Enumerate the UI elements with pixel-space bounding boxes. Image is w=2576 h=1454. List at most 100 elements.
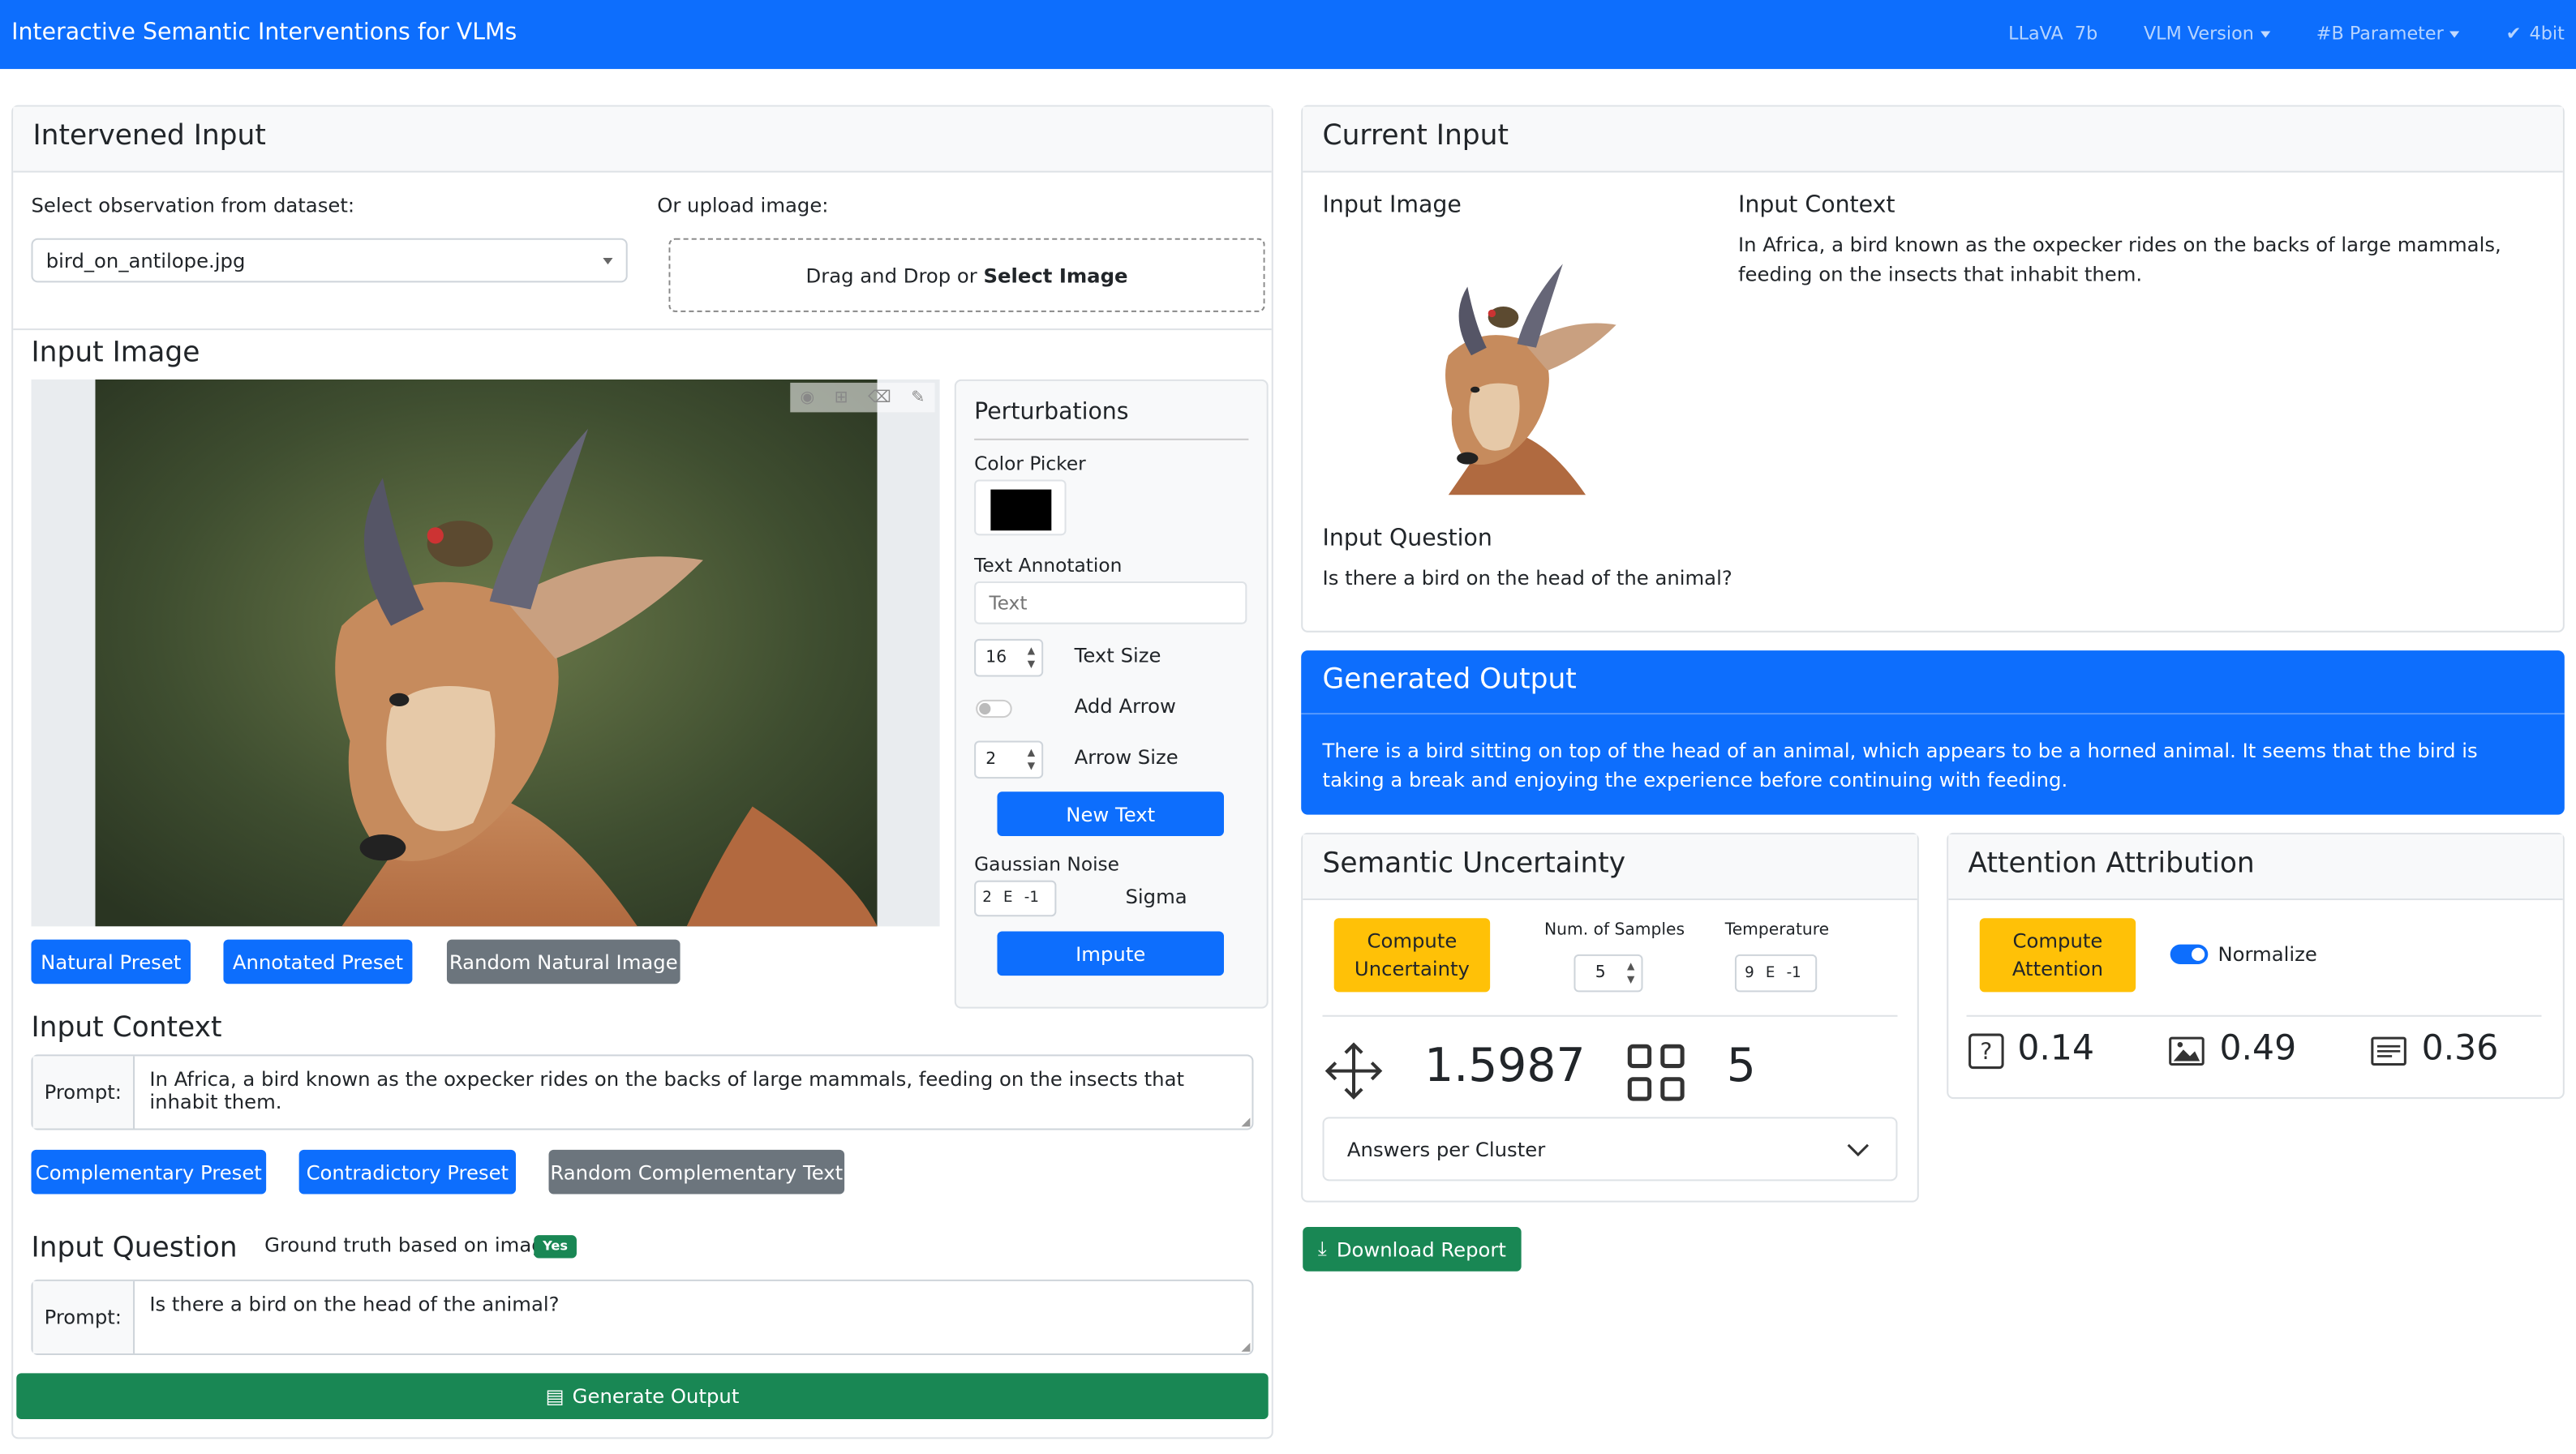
pencil-icon[interactable]: ✎ (911, 388, 925, 406)
image-icon (2169, 1036, 2205, 1066)
text-attention-value: 0.36 (2421, 1027, 2499, 1068)
param-label: #B Parameter (2316, 23, 2444, 45)
sigma-input[interactable]: 2 E -1 (974, 880, 1057, 917)
text-size-label: Text Size (1074, 643, 1161, 667)
temperature-input[interactable]: 9 E -1 (1734, 954, 1818, 993)
add-arrow-label: Add Arrow (1074, 694, 1176, 718)
chat-icon: ▤ (545, 1384, 565, 1408)
accordion-label: Answers per Cluster (1346, 1138, 1546, 1162)
generate-output-button[interactable]: ▤ Generate Output (16, 1373, 1269, 1420)
download-report-button[interactable]: ⤓ Download Report (1303, 1227, 1522, 1272)
color-picker-label: Color Picker (974, 452, 1086, 475)
card-title: Intervened Input (13, 106, 1272, 173)
annotated-preset-button[interactable]: Annotated Preset (223, 939, 413, 984)
stepper-icon[interactable]: ▲ ▼ (1028, 748, 1035, 774)
app-title[interactable]: Interactive Semantic Interventions for V… (11, 19, 517, 45)
divider (1322, 1014, 1898, 1017)
caret-down-icon (603, 258, 613, 265)
toggle-knob (979, 702, 991, 715)
context-prompt-field[interactable]: Prompt: In Africa, a bird known as the o… (31, 1054, 1254, 1130)
image-attention-value: 0.49 (2219, 1027, 2297, 1068)
compute-uncertainty-button[interactable]: Compute Uncertainty (1333, 918, 1491, 993)
vlm-version-label: VLM Version (2143, 23, 2254, 45)
impute-button[interactable]: Impute (997, 931, 1225, 976)
natural-preset-button[interactable]: Natural Preset (31, 939, 191, 984)
text-icon (2371, 1036, 2406, 1066)
dataset-select[interactable]: bird_on_antilope.jpg (31, 238, 628, 283)
uncertainty-value: 1.5987 (1424, 1038, 1586, 1092)
select-image-link[interactable]: Select Image (984, 264, 1128, 287)
arrow-size-label: Arrow Size (1074, 745, 1179, 769)
text-annotation-label: Text Annotation (974, 553, 1123, 577)
divider (974, 438, 1249, 440)
model-size: 7b (2074, 23, 2098, 45)
caret-down-icon (2449, 30, 2461, 37)
stepper-icon[interactable]: ▲ ▼ (1627, 961, 1634, 987)
quant-toggle[interactable]: ✔ 4bit (2506, 23, 2565, 44)
button-line-2: Uncertainty (1354, 956, 1470, 980)
complementary-preset-button[interactable]: Complementary Preset (31, 1149, 267, 1195)
quant-label: 4bit (2529, 23, 2565, 45)
cluster-count: 5 (1726, 1038, 1756, 1092)
download-label: Download Report (1336, 1237, 1506, 1261)
ground-truth-label: Ground truth based on image: (264, 1233, 563, 1257)
sigma-mantissa: 2 (982, 890, 992, 907)
caret-down-icon (2260, 30, 2271, 37)
zoom-icon[interactable]: ⊞ (835, 388, 848, 406)
answers-per-cluster-accordion[interactable]: Answers per Cluster (1322, 1117, 1898, 1182)
image-canvas[interactable]: ◉ ⊞ ⌫ ✎ (31, 379, 940, 927)
random-complementary-text-button[interactable]: Random Complementary Text (548, 1149, 845, 1195)
add-arrow-toggle[interactable] (976, 699, 1012, 718)
compute-attention-button[interactable]: Compute Attention (1979, 918, 2136, 993)
normalize-label: Normalize (2218, 942, 2317, 966)
arrow-size-input[interactable]: 2 ▲ ▼ (974, 740, 1044, 779)
question-icon: ? (1968, 1033, 2004, 1070)
button-line-2: Attention (2011, 956, 2104, 980)
contradictory-preset-button[interactable]: Contradictory Preset (298, 1149, 517, 1195)
color-picker[interactable] (974, 479, 1067, 536)
current-question-title: Input Question (1322, 525, 1492, 552)
erase-icon[interactable]: ⌫ (868, 388, 891, 406)
toggle-knob (2192, 947, 2205, 961)
samples-value: 5 (1595, 963, 1606, 983)
text-size-value: 16 (985, 649, 1007, 667)
arrows-move-icon (1324, 1042, 1383, 1100)
check-icon: ✔ (2505, 23, 2522, 45)
svg-text:?: ? (1980, 1038, 1992, 1065)
text-size-input[interactable]: 16 ▲ ▼ (974, 638, 1044, 677)
samples-input[interactable]: 5 ▲ ▼ (1574, 954, 1643, 993)
generated-output-text: There is a bird sitting on top of the he… (1322, 739, 2478, 792)
current-image-title: Input Image (1322, 191, 1462, 219)
current-antelope-image (1333, 241, 1698, 495)
upload-label: Or upload image: (657, 194, 829, 217)
image-toolbar: ◉ ⊞ ⌫ ✎ (790, 382, 935, 413)
question-text: Is there a bird on the head of the anima… (149, 1293, 560, 1316)
text-annotation-input[interactable] (974, 581, 1247, 624)
ground-truth-badge: Yes (534, 1235, 577, 1259)
resize-handle-icon[interactable]: ◢ (1241, 1340, 1250, 1353)
random-natural-image-button[interactable]: Random Natural Image (446, 939, 680, 984)
sigma-exponent: -1 (1024, 890, 1039, 907)
temp-e: E (1765, 964, 1775, 982)
dropzone-text: Drag and Drop or (805, 264, 984, 288)
arrow-size-value: 2 (985, 750, 997, 769)
button-line-1: Compute (2012, 929, 2103, 952)
card-title: Semantic Uncertainty (1303, 834, 1917, 900)
resize-handle-icon[interactable]: ◢ (1241, 1115, 1250, 1128)
new-text-button[interactable]: New Text (997, 791, 1225, 836)
stepper-icon[interactable]: ▲ ▼ (1028, 646, 1035, 671)
question-prompt-field[interactable]: Prompt: Is there a bird on the head of t… (31, 1279, 1254, 1356)
camera-icon[interactable]: ◉ (800, 388, 814, 406)
param-dropdown[interactable]: #B Parameter (2316, 23, 2461, 45)
image-dropzone[interactable]: Drag and Drop or Select Image (668, 238, 1265, 312)
normalize-toggle[interactable] (2170, 944, 2209, 964)
question-attention-value: 0.14 (2017, 1027, 2095, 1068)
temp-mantissa: 9 (1745, 964, 1754, 982)
chevron-down-icon (1847, 1143, 1870, 1156)
vlm-version-dropdown[interactable]: VLM Version (2143, 23, 2271, 45)
download-icon: ⤓ (1317, 1237, 1327, 1260)
model-name: LLaVA (2008, 23, 2063, 45)
current-question-text: Is there a bird on the head of the anima… (1322, 566, 1732, 590)
color-swatch (990, 489, 1052, 531)
sigma-e: E (1003, 890, 1013, 907)
